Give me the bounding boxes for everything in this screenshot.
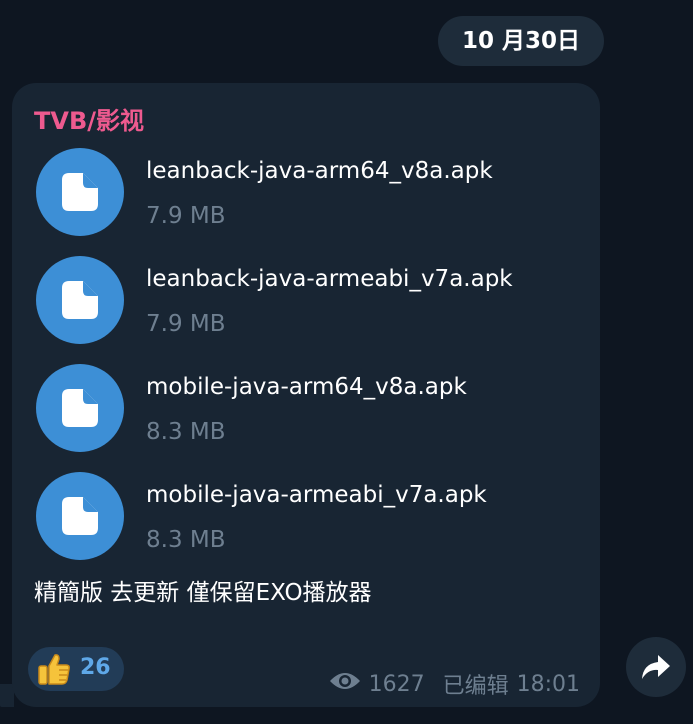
forward-button[interactable] xyxy=(626,637,686,697)
view-count: 1627 xyxy=(368,671,425,697)
file-size: 8.3 MB xyxy=(146,419,226,445)
file-name[interactable]: mobile-java-armeabi_v7a.apk xyxy=(146,482,487,508)
date-separator: 10 月30日 xyxy=(438,16,604,66)
file-icon[interactable] xyxy=(36,256,124,344)
file-name[interactable]: leanback-java-arm64_v8a.apk xyxy=(146,158,493,184)
file-size: 7.9 MB xyxy=(146,203,226,229)
file-icon[interactable] xyxy=(36,472,124,560)
edited-label: 已编辑 xyxy=(442,674,509,699)
file-attachment[interactable]: leanback-java-armeabi_v7a.apk 7.9 MB xyxy=(36,256,586,346)
eye-icon xyxy=(329,671,361,697)
sender-name[interactable]: TVB/影视 xyxy=(34,101,144,136)
file-name[interactable]: mobile-java-arm64_v8a.apk xyxy=(146,374,467,400)
file-attachment[interactable]: mobile-java-arm64_v8a.apk 8.3 MB xyxy=(36,364,586,454)
forward-arrow-icon xyxy=(642,655,670,679)
file-size: 8.3 MB xyxy=(146,527,226,553)
message-meta: 1627 已编辑 18:01 xyxy=(329,669,580,699)
file-size: 7.9 MB xyxy=(146,311,226,337)
file-icon[interactable] xyxy=(36,364,124,452)
message-caption: 精簡版 去更新 僅保留EXO播放器 xyxy=(34,580,372,606)
reaction-count: 26 xyxy=(80,655,111,680)
file-icon[interactable] xyxy=(36,148,124,236)
thumbs-up-icon xyxy=(37,653,71,689)
message-bubble[interactable]: TVB/影视 leanback-java-arm64_v8a.apk 7.9 M… xyxy=(12,83,600,707)
file-attachment[interactable]: leanback-java-arm64_v8a.apk 7.9 MB xyxy=(36,148,586,238)
file-attachment[interactable]: mobile-java-armeabi_v7a.apk 8.3 MB xyxy=(36,472,586,562)
file-name[interactable]: leanback-java-armeabi_v7a.apk xyxy=(146,266,513,292)
reaction-button[interactable]: 26 xyxy=(28,647,124,691)
message-time: 18:01 xyxy=(516,671,580,697)
